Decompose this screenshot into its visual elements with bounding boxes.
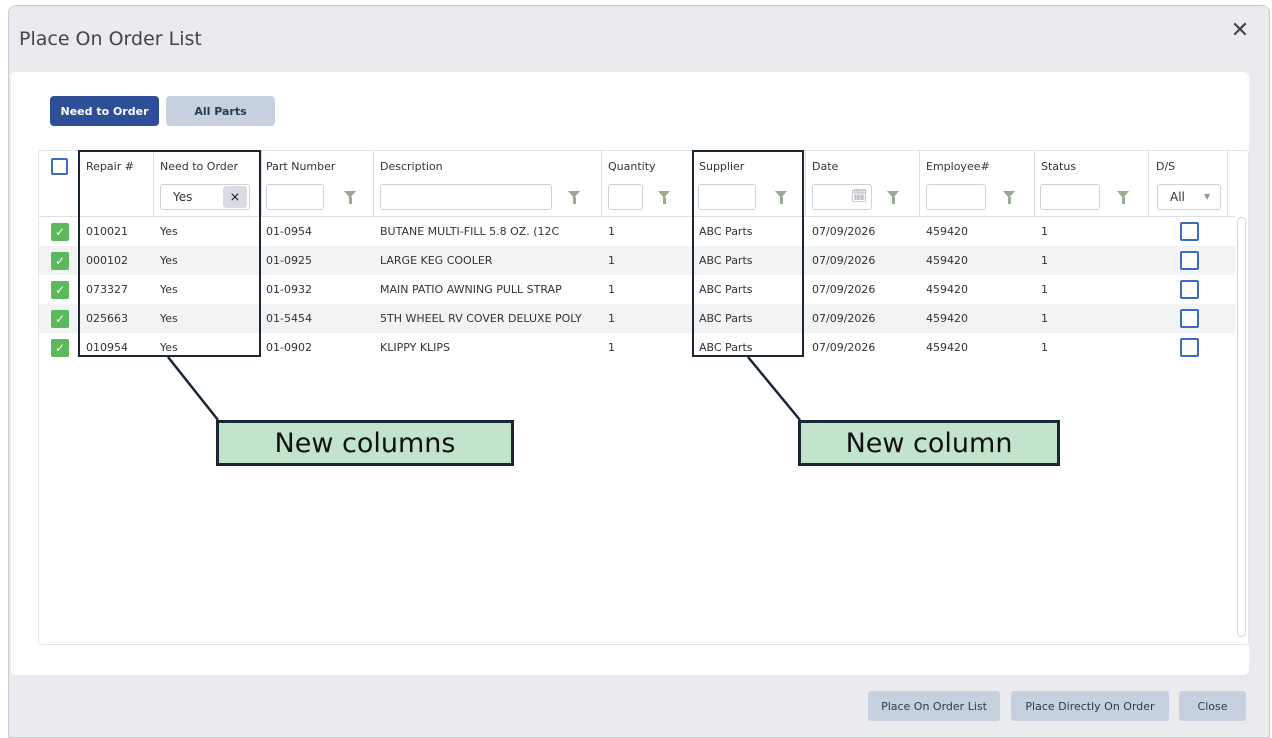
cell-status: 1 <box>1041 254 1048 267</box>
cell-description: 5TH WHEEL RV COVER DELUXE POLY <box>380 312 582 325</box>
cell-quantity: 1 <box>608 283 615 296</box>
date-filter[interactable]: 🗓 <box>812 184 872 210</box>
chevron-down-icon: ▼ <box>1204 192 1211 201</box>
col-separator <box>1148 150 1149 216</box>
place-on-order-list-button[interactable]: Place On Order List <box>868 691 1000 721</box>
cell-date: 07/09/2026 <box>812 225 876 238</box>
filter-icon[interactable] <box>887 191 899 204</box>
row-select-checkbox[interactable]: ✓ <box>51 339 69 357</box>
ds-checkbox[interactable] <box>1180 222 1199 241</box>
filter-icon[interactable] <box>344 191 356 204</box>
cell-description: BUTANE MULTI-FILL 5.8 OZ. (12C <box>380 225 560 238</box>
calendar-icon[interactable]: 🗓 <box>851 189 868 204</box>
ds-checkbox[interactable] <box>1180 338 1199 357</box>
part-number-filter[interactable] <box>266 184 324 210</box>
col-separator <box>373 150 374 216</box>
cell-date: 07/09/2026 <box>812 283 876 296</box>
place-directly-on-order-button[interactable]: Place Directly On Order <box>1011 691 1169 721</box>
cell-status: 1 <box>1041 283 1048 296</box>
ds-checkbox[interactable] <box>1180 251 1199 270</box>
filter-icon[interactable] <box>1003 191 1015 204</box>
filter-icon[interactable] <box>568 191 580 204</box>
cell-status: 1 <box>1041 312 1048 325</box>
ds-filter-select[interactable]: All ▼ <box>1157 184 1221 210</box>
cell-employee: 459420 <box>926 283 968 296</box>
cell-quantity: 1 <box>608 341 615 354</box>
select-all-checkbox[interactable] <box>51 158 68 175</box>
cell-part-number: 01-5454 <box>266 312 312 325</box>
callout-label-new-columns: New columns <box>216 420 514 466</box>
cell-date: 07/09/2026 <box>812 341 876 354</box>
col-separator <box>919 150 920 216</box>
col-separator <box>601 150 602 216</box>
status-filter[interactable] <box>1040 184 1100 210</box>
cell-employee: 459420 <box>926 312 968 325</box>
ds-checkbox[interactable] <box>1180 309 1199 328</box>
cell-part-number: 01-0925 <box>266 254 312 267</box>
cell-quantity: 1 <box>608 312 615 325</box>
header-ds[interactable]: D/S <box>1156 160 1175 173</box>
cell-date: 07/09/2026 <box>812 254 876 267</box>
col-separator <box>261 150 262 216</box>
cell-date: 07/09/2026 <box>812 312 876 325</box>
row-select-checkbox[interactable]: ✓ <box>51 252 69 270</box>
cell-part-number: 01-0954 <box>266 225 312 238</box>
cell-status: 1 <box>1041 225 1048 238</box>
callout-highlight-new-column <box>692 150 804 357</box>
filter-icon[interactable] <box>658 191 670 204</box>
callout-label-new-column: New column <box>798 420 1060 466</box>
cell-quantity: 1 <box>608 254 615 267</box>
description-filter[interactable] <box>380 184 552 210</box>
cell-employee: 459420 <box>926 225 968 238</box>
cell-employee: 459420 <box>926 254 968 267</box>
cell-description: MAIN PATIO AWNING PULL STRAP <box>380 283 562 296</box>
callout-highlight-new-columns <box>78 150 261 357</box>
header-quantity[interactable]: Quantity <box>608 160 656 173</box>
dialog-title: Place On Order List <box>19 28 202 50</box>
quantity-filter[interactable] <box>608 184 643 210</box>
header-date[interactable]: Date <box>812 160 838 173</box>
tab-need-to-order[interactable]: Need to Order <box>50 96 159 126</box>
cell-employee: 459420 <box>926 341 968 354</box>
header-description[interactable]: Description <box>380 160 443 173</box>
vertical-scrollbar[interactable] <box>1237 217 1246 637</box>
close-button[interactable]: Close <box>1179 691 1246 721</box>
cell-description: LARGE KEG COOLER <box>380 254 493 267</box>
close-icon[interactable]: ✕ <box>1226 16 1254 44</box>
filter-icon[interactable] <box>1117 191 1129 204</box>
cell-description: KLIPPY KLIPS <box>380 341 451 354</box>
header-part-number[interactable]: Part Number <box>266 160 335 173</box>
cell-part-number: 01-0902 <box>266 341 312 354</box>
row-select-checkbox[interactable]: ✓ <box>51 223 69 241</box>
cell-quantity: 1 <box>608 225 615 238</box>
cell-part-number: 01-0932 <box>266 283 312 296</box>
col-separator <box>1227 150 1228 216</box>
col-separator <box>805 150 806 216</box>
tab-all-parts[interactable]: All Parts <box>166 96 275 126</box>
header-employee[interactable]: Employee# <box>926 160 990 173</box>
header-status[interactable]: Status <box>1041 160 1076 173</box>
employee-filter[interactable] <box>926 184 986 210</box>
row-select-checkbox[interactable]: ✓ <box>51 310 69 328</box>
cell-status: 1 <box>1041 341 1048 354</box>
ds-filter-value: All <box>1170 190 1185 204</box>
ds-checkbox[interactable] <box>1180 280 1199 299</box>
row-select-checkbox[interactable]: ✓ <box>51 281 69 299</box>
col-separator <box>1034 150 1035 216</box>
